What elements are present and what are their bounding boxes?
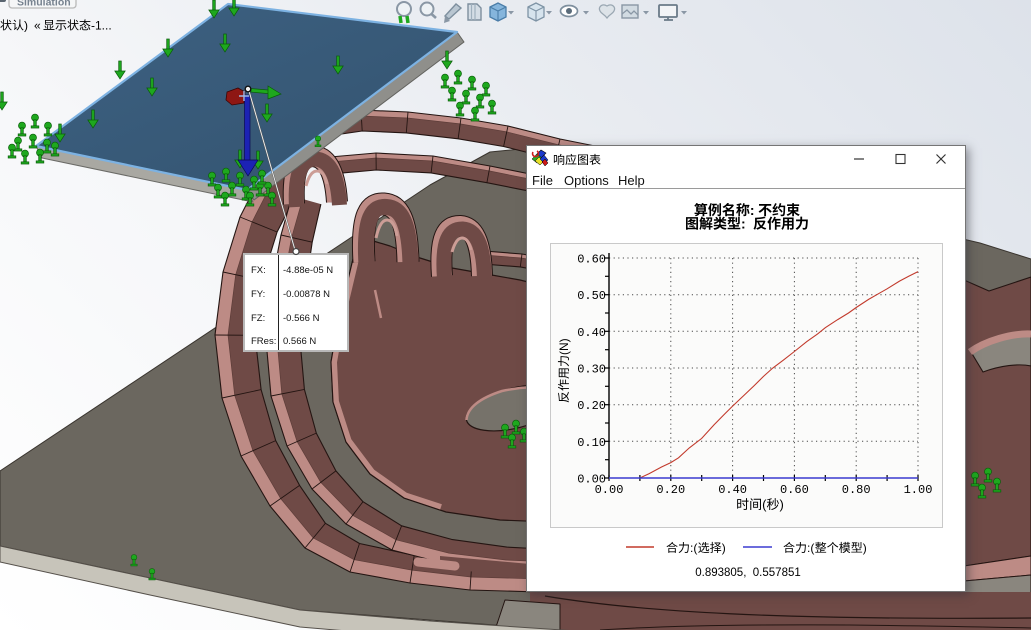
svg-text:): ) — [24, 19, 31, 33]
svg-text:-1...: -1... — [91, 19, 112, 33]
svg-text:Simulation: Simulation — [17, 0, 71, 9]
svg-text:«: « — [34, 19, 41, 33]
